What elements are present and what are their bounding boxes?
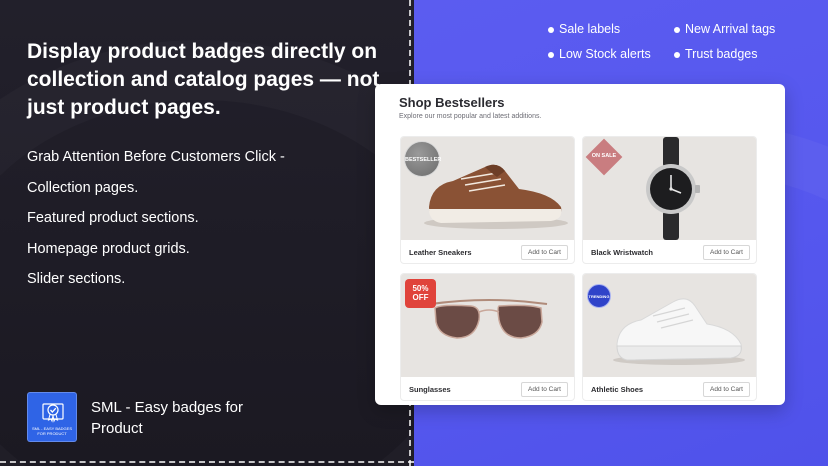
badge-check-icon [42, 403, 64, 423]
feature-item: Homepage product grids. [27, 240, 190, 257]
add-to-cart-button[interactable]: Add to Cart [521, 245, 568, 260]
feature-item: Slider sections. [27, 271, 126, 287]
add-to-cart-button[interactable]: Add to Cart [703, 382, 750, 397]
store-subtitle: Explore our most popular and latest addi… [399, 113, 542, 120]
product-name: Leather Sneakers [409, 248, 472, 257]
app-icon-caption: SML - EASY BADGES FOR PRODUCT [31, 426, 72, 436]
app-name: SML - Easy badges for Product [91, 399, 244, 437]
product-name: Sunglasses [409, 385, 451, 394]
on-sale-badge: ON SALE [585, 138, 623, 176]
bullet-label: Low Stock alerts [559, 47, 651, 61]
bullet-item: Sale labels [548, 22, 620, 36]
on-sale-badge-label: ON SALE [591, 153, 617, 159]
bullet-item: Trust badges [674, 47, 758, 61]
product-card[interactable]: ON SALE Black Wristwatch Add to Cart [582, 136, 757, 264]
discount-badge: 50% OFF [405, 279, 436, 308]
headline: Display product badges directly on colle… [27, 40, 380, 119]
bullet-item: Low Stock alerts [548, 47, 651, 61]
left-panel: Display product badges directly on colle… [0, 0, 414, 466]
feature-list: Grab Attention Before Customers Click - … [27, 148, 285, 301]
product-card[interactable]: 50% OFF Sunglasses Add to Cart [400, 273, 575, 401]
app-icon: SML - EASY BADGES FOR PRODUCT [27, 392, 77, 442]
dashed-divider-horizontal [0, 461, 414, 463]
bullet-label: New Arrival tags [685, 22, 776, 36]
product-image: TRENDING [583, 274, 756, 377]
add-to-cart-button[interactable]: Add to Cart [521, 382, 568, 397]
product-image: BESTSELLER [401, 137, 574, 240]
feature-item: Featured product sections. [27, 210, 199, 226]
add-to-cart-button[interactable]: Add to Cart [703, 245, 750, 260]
bullet-item: New Arrival tags [674, 22, 775, 36]
feature-item: Collection pages. [27, 179, 139, 196]
bullet-label: Sale labels [559, 22, 621, 36]
product-image: 50% OFF [401, 274, 574, 377]
bestseller-badge: BESTSELLER [404, 141, 441, 177]
store-preview-card: Shop Bestsellers Explore our most popula… [375, 84, 785, 405]
product-name: Black Wristwatch [591, 248, 653, 257]
product-card[interactable]: TRENDING Athletic Shoes Add to Cart [582, 273, 757, 401]
product-image: ON SALE [583, 137, 756, 240]
product-card[interactable]: BESTSELLER Leather Sneakers Add to Cart [400, 136, 575, 264]
bullet-label: Trust badges [685, 47, 758, 61]
feature-item: Grab Attention Before Customers Click - [27, 149, 285, 165]
product-name: Athletic Shoes [591, 385, 644, 394]
trending-badge: TRENDING [587, 284, 611, 308]
store-title: Shop Bestsellers [399, 95, 505, 110]
